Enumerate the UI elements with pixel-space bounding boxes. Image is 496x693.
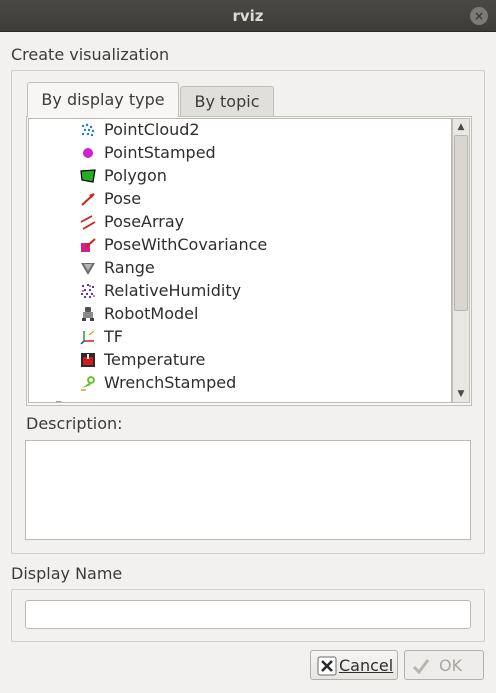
list-item-pose[interactable]: Pose — [29, 188, 451, 211]
list-item-label: WrenchStamped — [104, 373, 237, 392]
list-item-label: Temperature — [104, 350, 206, 369]
window-title: rviz — [232, 7, 264, 25]
pointcloud2-icon — [81, 123, 95, 137]
scroll-up-icon[interactable]: ▲ — [453, 120, 469, 134]
list-item-label: Range — [104, 258, 155, 277]
display-type-list[interactable]: PointCloud2 PointStamped Polygon Pose Po… — [28, 118, 452, 403]
list-item-range[interactable]: Range — [29, 257, 451, 280]
polygon-icon — [80, 169, 96, 183]
create-visualization-label: Create visualization — [11, 45, 170, 64]
list-item-temperature[interactable]: Temperature — [29, 349, 451, 372]
description-text — [25, 440, 471, 540]
tab-by-topic[interactable]: By topic — [180, 86, 274, 116]
temperature-icon — [81, 353, 95, 367]
posearray-icon — [80, 215, 96, 230]
folder-icon — [56, 401, 62, 402]
relativehumidity-icon — [80, 283, 95, 299]
list-item-label: PoseArray — [104, 212, 185, 231]
list-item-wrenchstamped[interactable]: WrenchStamped — [29, 372, 451, 395]
list-item-label: PoseWithCovariance — [104, 235, 268, 254]
list-item-robotmodel[interactable]: RobotModel — [29, 303, 451, 326]
list-item-relativehumidity[interactable]: RelativeHumidity — [29, 280, 451, 303]
pointstamped-icon — [83, 148, 93, 158]
list-item-polygon[interactable]: Polygon — [29, 165, 451, 188]
cancel-button[interactable]: Cancel — [310, 650, 398, 680]
list-item-pointcloud2[interactable]: PointCloud2 — [29, 119, 451, 142]
scroll-down-icon[interactable]: ▼ — [453, 387, 469, 401]
list-scrollbar[interactable]: ▲ ▼ — [452, 118, 470, 403]
robotmodel-icon — [82, 307, 94, 321]
list-item-label: PointCloud2 — [104, 120, 200, 139]
tab-by-display-type[interactable]: By display type — [27, 82, 179, 117]
list-item-label: RelativeHumidity — [104, 281, 242, 300]
display-name-label: Display Name — [11, 564, 123, 583]
cancel-label: Cancel — [339, 656, 394, 675]
wrenchstamped-icon — [81, 376, 95, 391]
cancel-icon — [317, 656, 337, 676]
ok-button[interactable]: OK — [404, 650, 484, 680]
tf-icon — [80, 330, 95, 345]
list-item-label: RobotModel — [104, 304, 199, 323]
list-item-posearray[interactable]: PoseArray — [29, 211, 451, 234]
list-item-label: Pose — [104, 189, 142, 208]
list-item-label: TF — [104, 327, 123, 346]
range-icon — [81, 263, 95, 275]
list-item-posewithcovariance[interactable]: PoseWithCovariance — [29, 234, 451, 257]
window-titlebar: rviz × — [0, 0, 496, 32]
list-item-pointstamped[interactable]: PointStamped — [29, 142, 451, 165]
list-item-label: PointStamped — [104, 143, 216, 162]
display-name-input[interactable] — [25, 600, 471, 629]
close-icon[interactable]: × — [470, 7, 488, 25]
posewithcovariance-icon — [81, 238, 96, 252]
scrollbar-thumb[interactable] — [454, 135, 468, 311]
description-label: Description: — [26, 414, 123, 433]
list-item-next-package[interactable] — [29, 395, 451, 402]
check-icon — [412, 659, 430, 675]
pose-icon — [81, 193, 95, 206]
list-item-tf[interactable]: TF — [29, 326, 451, 349]
ok-label: OK — [439, 656, 463, 675]
list-item-label: Polygon — [104, 166, 167, 185]
